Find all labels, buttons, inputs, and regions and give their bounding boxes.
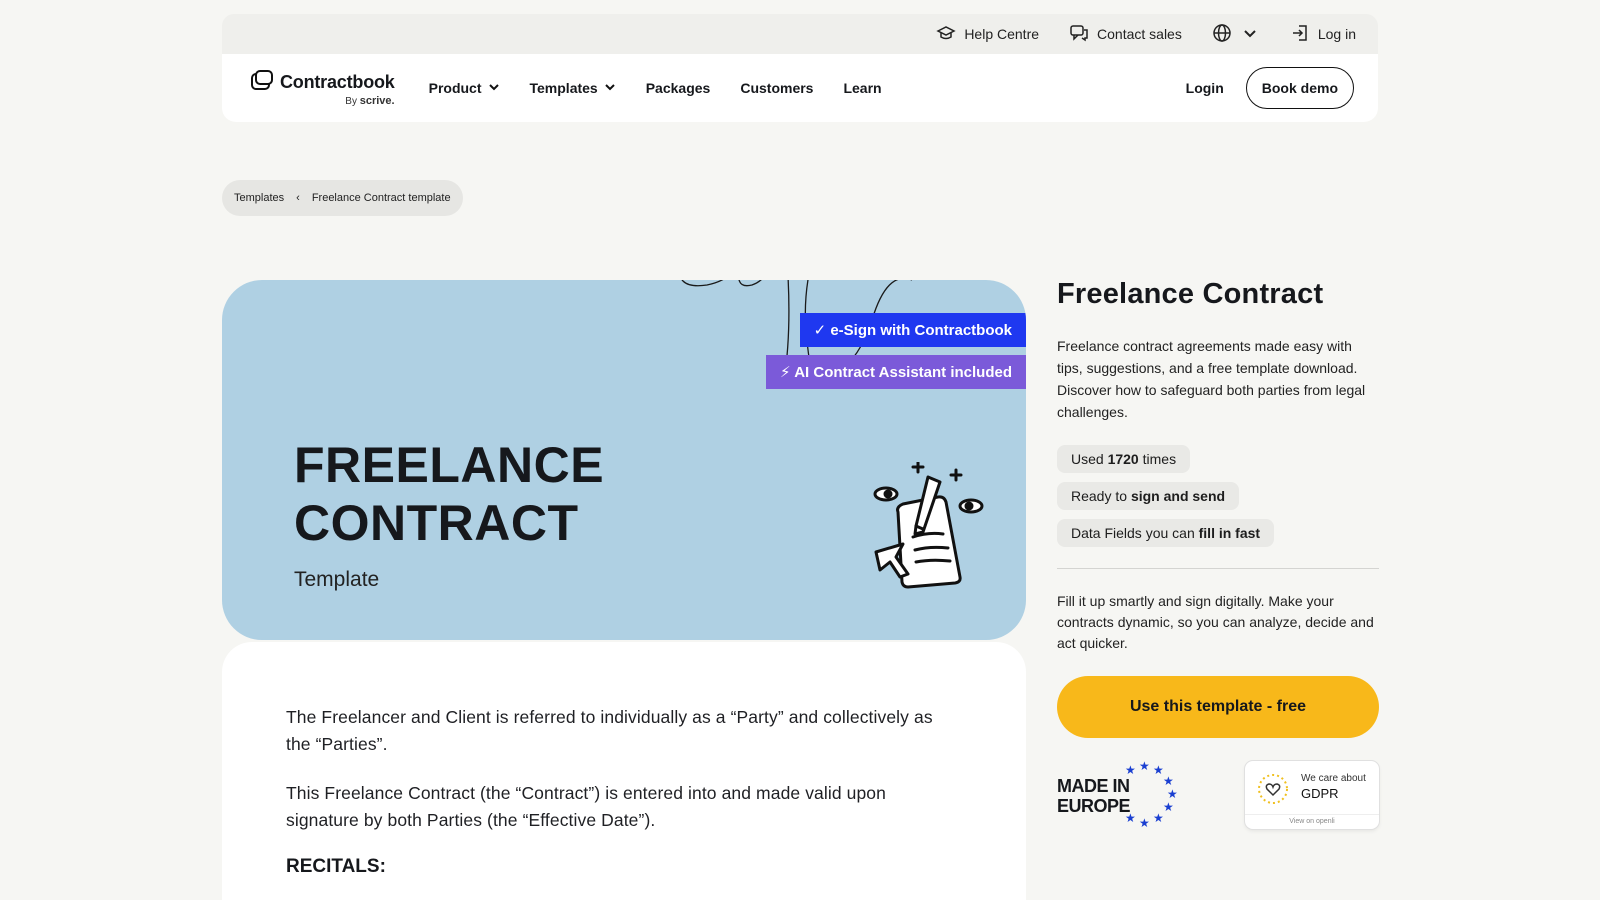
breadcrumb-current: Freelance Contract template (311, 192, 451, 204)
logo-by: By (345, 96, 357, 107)
svg-text:★: ★ (1163, 774, 1174, 788)
hero-title: FREELANCE CONTRACT (294, 436, 604, 552)
use-template-button[interactable]: Use this template - free (1057, 676, 1379, 738)
data-fields-chip-bold: fill in fast (1198, 525, 1261, 541)
language-selector[interactable] (1212, 23, 1260, 46)
svg-text:★: ★ (1139, 760, 1150, 773)
usage-chip-pre: Used (1071, 451, 1104, 467)
hero-title-line2: CONTRACT (294, 495, 579, 551)
login-link[interactable]: Login (1186, 80, 1224, 96)
made-in-europe-badge: MADE IN EUROPE ★ ★ ★ ★ ★ ★ ★ ★ ★ (1057, 760, 1181, 830)
nav-product-label: Product (428, 80, 482, 96)
data-fields-chip-pre: Data Fields you can (1071, 525, 1195, 541)
log-in-icon (1290, 23, 1310, 46)
panel-title: Freelance Contract (1057, 278, 1324, 310)
contract-paragraph-2: This Freelance Contract (the “Contract”)… (286, 783, 886, 830)
globe-icon (1212, 23, 1232, 46)
log-in-link[interactable]: Log in (1290, 23, 1356, 46)
nav-templates-label: Templates (529, 80, 598, 96)
breadcrumb-separator-icon: ‹ (296, 192, 300, 204)
hero-banner: ✓ e-Sign with Contractbook ⚡ AI Contract… (222, 280, 1026, 640)
svg-text:★: ★ (1153, 811, 1164, 825)
recitals-heading: RECITALS: (286, 856, 386, 877)
usage-chip: Used 1720 times (1057, 445, 1191, 473)
nav-learn[interactable]: Learn (843, 80, 881, 96)
usage-chip-post: times (1142, 451, 1177, 467)
svg-text:★: ★ (1125, 763, 1136, 777)
help-centre-link[interactable]: Help Centre (936, 23, 1039, 46)
svg-text:★: ★ (1125, 811, 1136, 825)
nav-packages-label: Packages (645, 80, 711, 96)
nav-learn-label: Learn (843, 80, 882, 96)
chevron-down-icon (488, 80, 500, 96)
eu-stars-icon: ★ ★ ★ ★ ★ ★ ★ ★ ★ (1125, 760, 1178, 830)
ai-assistant-badge: ⚡ AI Contract Assistant included (766, 355, 1026, 389)
help-centre-label: Help Centre (964, 26, 1040, 42)
data-fields-chip: Data Fields you can fill in fast (1057, 519, 1275, 547)
gdpr-main-text: GDPR (1301, 786, 1339, 801)
main-nav: Contractbook By scrive. Product Template… (222, 54, 1378, 122)
gdpr-footer-text: View on openli (1245, 814, 1379, 825)
gdpr-top-text: We care about (1301, 773, 1366, 784)
log-in-label: Log in (1317, 26, 1356, 42)
graduation-cap-icon (936, 23, 956, 46)
decorative-squiggle (681, 280, 912, 389)
contact-sales-link[interactable]: Contact sales (1069, 23, 1182, 46)
contractbook-logo[interactable]: Contractbook By scrive. (250, 69, 395, 107)
chevron-down-icon (1240, 23, 1260, 46)
contract-paragraph-1: The Freelancer and Client is referred to… (286, 707, 933, 754)
esign-badge: ✓ e-Sign with Contractbook (799, 313, 1026, 347)
ready-chip-pre: Ready to (1071, 488, 1128, 504)
utility-bar: Help Centre Contact sales Log in (222, 14, 1378, 54)
contractbook-logo-icon (250, 69, 274, 96)
panel-description-2: Fill it up smartly and sign digitally. M… (1057, 593, 1374, 651)
document-pencil-icon (873, 462, 984, 589)
ready-chip-bold: sign and send (1130, 488, 1226, 504)
breadcrumb-templates[interactable]: Templates (234, 192, 284, 204)
chevron-down-icon (604, 80, 616, 96)
svg-text:★: ★ (1139, 816, 1150, 830)
chat-bubbles-icon (1069, 23, 1089, 46)
hero-title-line1: FREELANCE (294, 437, 605, 493)
nav-customers[interactable]: Customers (740, 80, 813, 96)
contract-preview: The Freelancer and Client is referred to… (222, 642, 1026, 900)
nav-links: Product Templates Packages Customers Lea… (429, 80, 882, 96)
nav-packages[interactable]: Packages (646, 80, 711, 96)
heart-seal-icon (1258, 774, 1288, 804)
template-info-panel: Freelance Contract Freelance contract ag… (1057, 278, 1379, 830)
logo-scrive: scrive. (359, 95, 395, 107)
contact-sales-label: Contact sales (1097, 26, 1182, 42)
breadcrumb: Templates ‹ Freelance Contract template (222, 180, 463, 216)
panel-description: Freelance contract agreements made easy … (1057, 338, 1366, 420)
nav-templates[interactable]: Templates (530, 80, 616, 96)
book-demo-button[interactable]: Book demo (1245, 67, 1354, 109)
svg-text:★: ★ (1163, 800, 1174, 814)
hero-subtitle: Template (294, 568, 380, 591)
ready-chip: Ready to sign and send (1057, 482, 1240, 510)
trust-badges: MADE IN EUROPE ★ ★ ★ ★ ★ ★ ★ ★ ★ We care… (1057, 760, 1379, 830)
svg-text:★: ★ (1167, 787, 1178, 801)
panel-divider (1057, 568, 1379, 569)
nav-product[interactable]: Product (429, 80, 500, 96)
gdpr-badge[interactable]: We care about GDPR View on openli (1245, 761, 1379, 829)
usage-count: 1720 (1107, 451, 1139, 467)
logo-name: Contractbook (280, 72, 395, 92)
nav-customers-label: Customers (740, 80, 814, 96)
